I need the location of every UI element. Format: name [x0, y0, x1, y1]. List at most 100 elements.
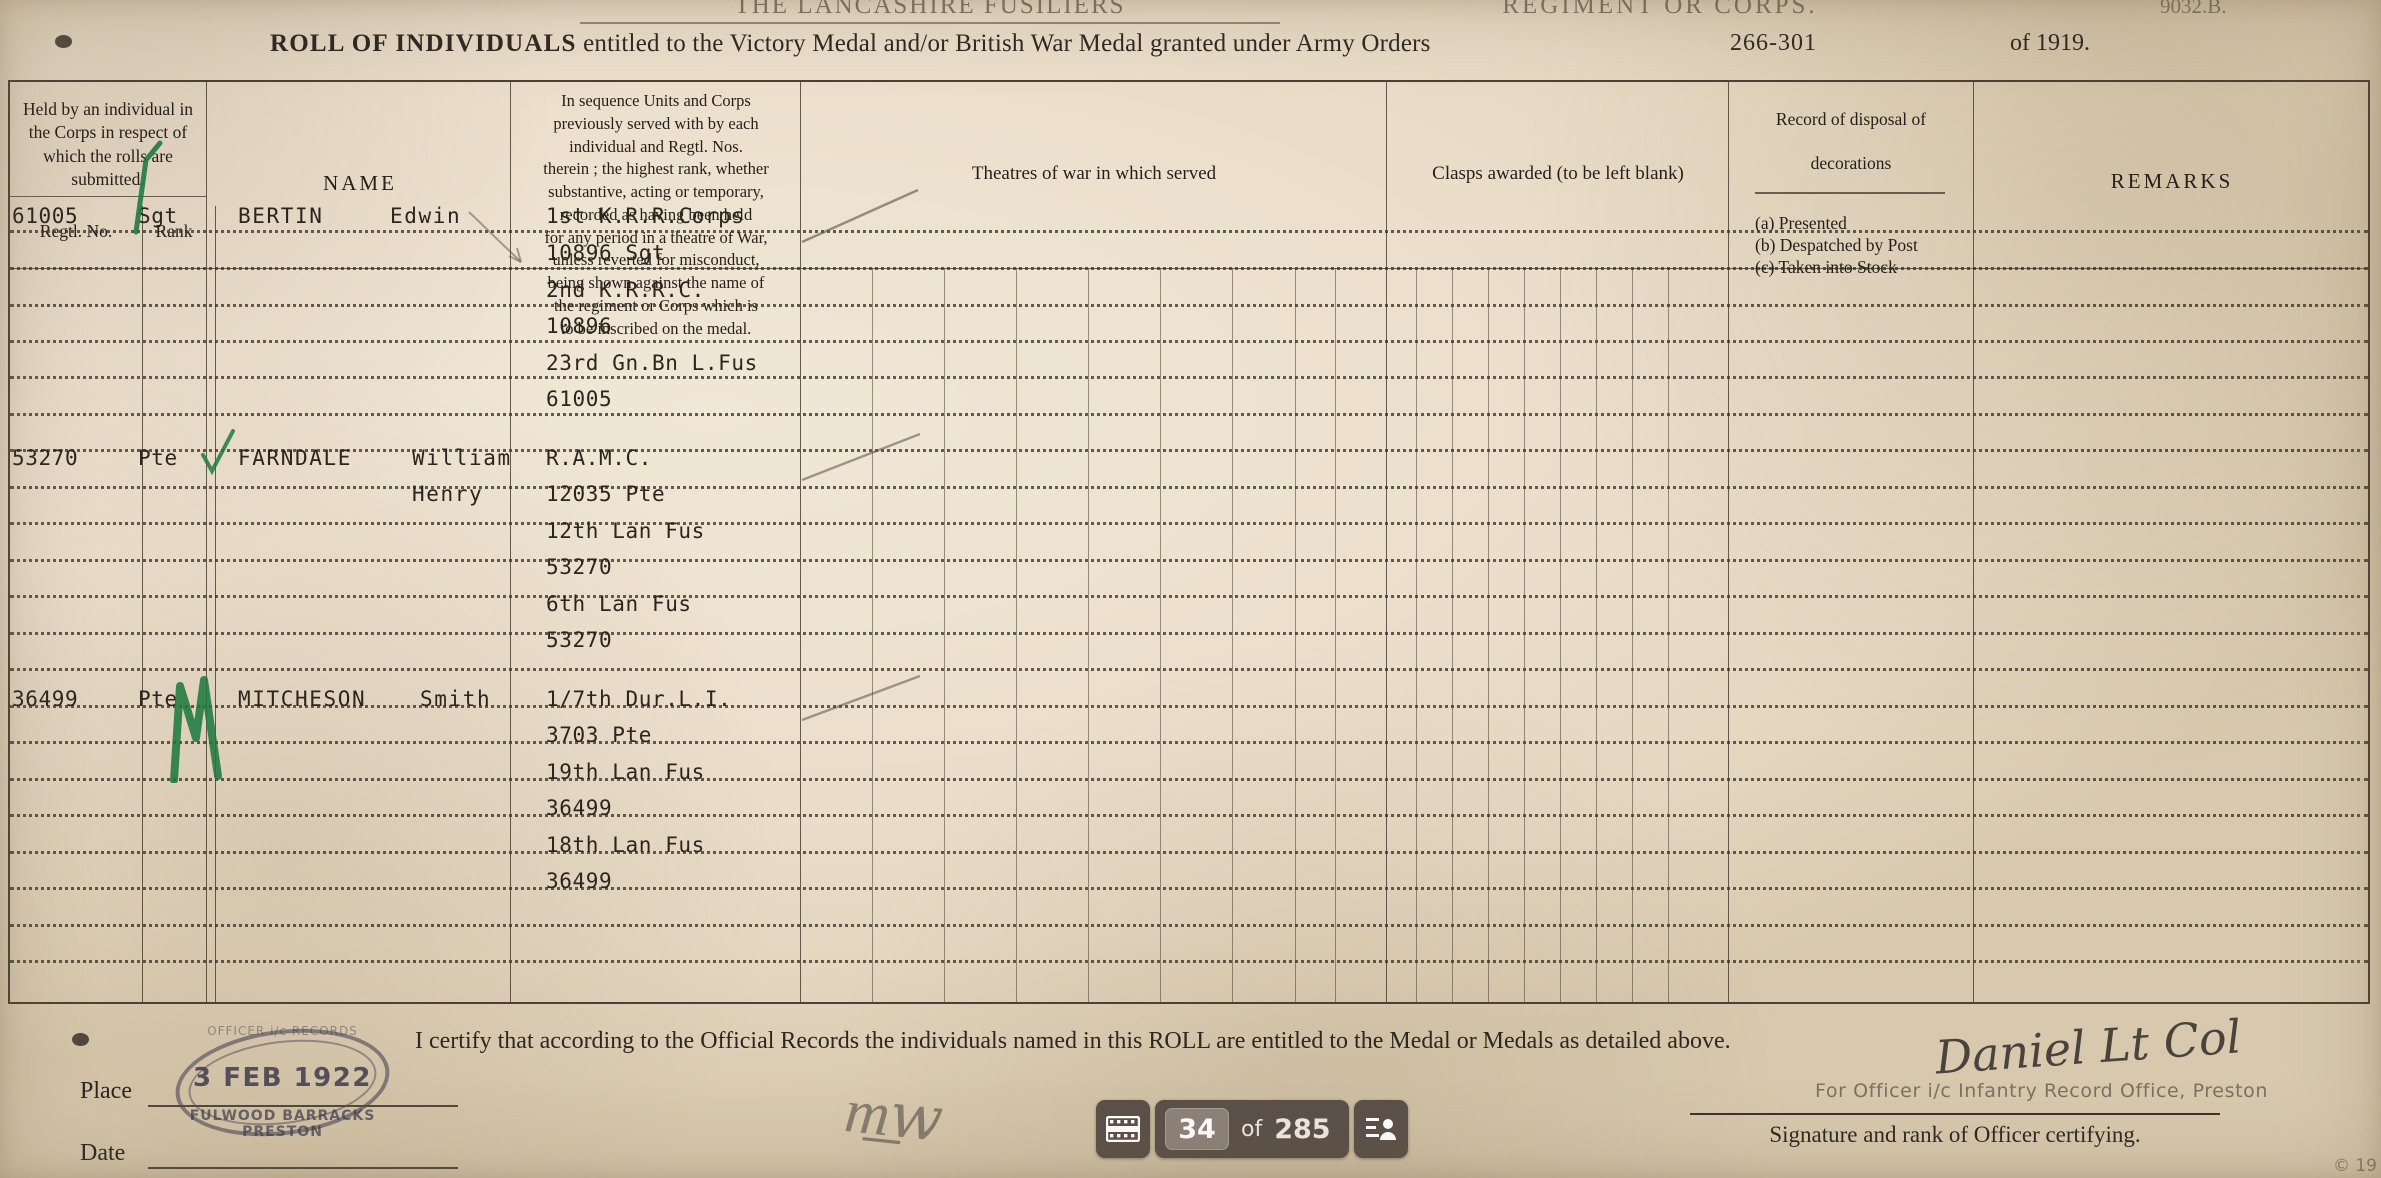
header-clasps: Clasps awarded (to be left blank)	[1432, 163, 1684, 184]
date-label: Date	[80, 1140, 126, 1166]
units-line-2: individual and Regtl. Nos.	[569, 136, 743, 156]
guide-row-8	[10, 522, 2368, 525]
row-1-unit-5: 53270	[546, 628, 613, 652]
units-line-0: In sequence Units and Corps	[561, 91, 751, 110]
units-line-1: previously served with by each	[553, 113, 759, 133]
guide-row-3	[10, 340, 2368, 343]
held-by-underline	[10, 196, 206, 197]
guide-row-6	[10, 449, 2368, 452]
hole-punch-bottom	[72, 1033, 89, 1046]
roll-heading: ROLL OF INDIVIDUALS entitled to the Vict…	[270, 30, 1431, 58]
guide-row-4	[10, 376, 2368, 379]
pencil-pointer-row-0	[801, 188, 919, 244]
header-disposal-b: (b) Despatched by Post	[1755, 235, 1918, 255]
col-sep-clasps-disposal	[1728, 82, 1729, 1002]
col-sep-regtlno-rank	[142, 206, 143, 1002]
units-line-4: substantive, acting or temporary,	[548, 182, 764, 202]
total-pages-value: 285	[1274, 1113, 1331, 1145]
regiment-title: THE LANCASHIRE FUSILIERS	[734, 0, 1126, 19]
for-officer-stamp: For Officer i/c Infantry Record Office, …	[1815, 1080, 2268, 1102]
header-name: NAME	[323, 171, 397, 195]
guide-row-2	[10, 304, 2368, 307]
page-navigator[interactable]: 34 of 285	[1096, 1100, 1408, 1158]
row-1-unit-1: 12035 Pte	[546, 482, 666, 506]
row-2-forename: Smith	[420, 687, 492, 711]
row-2-unit-3: 36499	[546, 796, 613, 820]
document-page: THE LANCASHIRE FUSILIERS REGIMENT OR COR…	[0, 0, 2381, 1178]
guide-row-9	[10, 559, 2368, 562]
crayon-scribble-row-2	[170, 676, 222, 783]
disposal-inner-rule	[1755, 192, 1945, 194]
stamp-top-text: OFFICER i/c RECORDS	[207, 1024, 358, 1038]
guide-row-15	[10, 778, 2368, 781]
guide-row-17	[10, 851, 2368, 854]
row-0-rank: Sgt	[138, 204, 178, 228]
signature-rule	[1690, 1113, 2220, 1115]
row-2-regtl-no: 36499	[12, 687, 79, 711]
row-0-unit-4: 23rd Gn.Bn L.Fus	[546, 351, 758, 375]
row-1-unit-4: 6th Lan Fus	[546, 592, 692, 616]
row-1-forename: William	[412, 446, 512, 470]
row-0-unit-1: 10896 Sgt	[546, 241, 666, 265]
row-2-unit-5: 36499	[546, 869, 613, 893]
row-1-unit-2: 12th Lan Fus	[546, 519, 705, 543]
guide-row-18	[10, 887, 2368, 890]
units-line-3: therein ; the highest rank, whether	[543, 159, 769, 179]
header-remarks: REMARKS	[2110, 169, 2234, 193]
row-0-surname: BERTIN	[238, 204, 324, 228]
header-disposal-title-2: decorations	[1810, 153, 1892, 173]
certification-text: I certify that according to the Official…	[415, 1028, 1731, 1054]
officer-signature: Daniel Lt Col	[1933, 1009, 2243, 1085]
regiment-title-rule	[580, 22, 1280, 24]
guide-row-19	[10, 924, 2368, 927]
row-1-unit-0: R.A.M.C.	[546, 446, 652, 470]
col-sep-name-units	[510, 82, 511, 1002]
guide-row-12	[10, 668, 2368, 671]
guide-row-14	[10, 741, 2368, 744]
row-1-surname: FARNDALE	[238, 446, 352, 470]
pencil-pointer-row-2	[801, 674, 921, 722]
roll-heading-lead: ROLL OF INDIVIDUALS	[270, 30, 577, 57]
guide-row-1	[10, 267, 2368, 270]
guide-row-5	[10, 413, 2368, 416]
person-list-icon	[1365, 1118, 1396, 1140]
guide-row-0	[10, 230, 2368, 233]
row-2-unit-2: 19th Lan Fus	[546, 760, 705, 784]
date-stamp: OFFICER i/c RECORDS 3 FEB 1922 FULWOOD B…	[169, 1017, 396, 1148]
row-0-regtl-no: 61005	[12, 204, 79, 228]
page-of-label: of	[1241, 1116, 1263, 1142]
header-disposal-title-1: Record of disposal of	[1775, 109, 1927, 129]
army-order-year: of 1919.	[2010, 30, 2090, 56]
row-0-unit-2: 2nd K.R.R.C.	[546, 278, 705, 302]
copyright-watermark: © 19	[2332, 1156, 2377, 1176]
filmstrip-icon	[1106, 1116, 1140, 1142]
current-page-input[interactable]: 34	[1165, 1108, 1229, 1150]
row-2-unit-4: 18th Lan Fus	[546, 833, 705, 857]
col-sep-theatres-clasps	[1386, 82, 1387, 1002]
row-0-forename: Edwin	[390, 204, 462, 228]
signature-caption: Signature and rank of Officer certifying…	[1769, 1122, 2141, 1147]
guide-row-11	[10, 632, 2368, 635]
guide-row-16	[10, 814, 2368, 817]
stamp-date: 3 FEB 1922	[193, 1063, 372, 1093]
filmstrip-button[interactable]	[1096, 1100, 1150, 1158]
roll-heading-rest: entitled to the Victory Medal and/or Bri…	[583, 30, 1431, 57]
row-2-rank: Pte	[138, 687, 178, 711]
row-1-forename2: Henry	[412, 482, 484, 506]
guide-row-20	[10, 960, 2368, 963]
army-order-numbers: 266-301	[1730, 30, 1817, 56]
row-1-rank: Pte	[138, 446, 178, 470]
row-0-unit-5: 61005	[546, 387, 613, 411]
person-list-button[interactable]	[1353, 1100, 1408, 1158]
row-0-unit-0: 1st K.R.R.Corps	[546, 204, 745, 228]
guide-row-7	[10, 486, 2368, 489]
col-sep-regtl-rank-inner	[215, 206, 216, 1002]
date-rule	[148, 1167, 458, 1169]
pencil-pointer-row-1	[801, 432, 921, 482]
col-sep-regtl-rank	[206, 82, 207, 1002]
row-2-unit-1: 3703 Pte	[546, 723, 652, 747]
col-sep-units-theatres	[800, 82, 801, 1002]
guide-row-10	[10, 595, 2368, 598]
pencil-initials: m͟w	[841, 1073, 947, 1156]
page-indicator[interactable]: 34 of 285	[1155, 1100, 1349, 1158]
